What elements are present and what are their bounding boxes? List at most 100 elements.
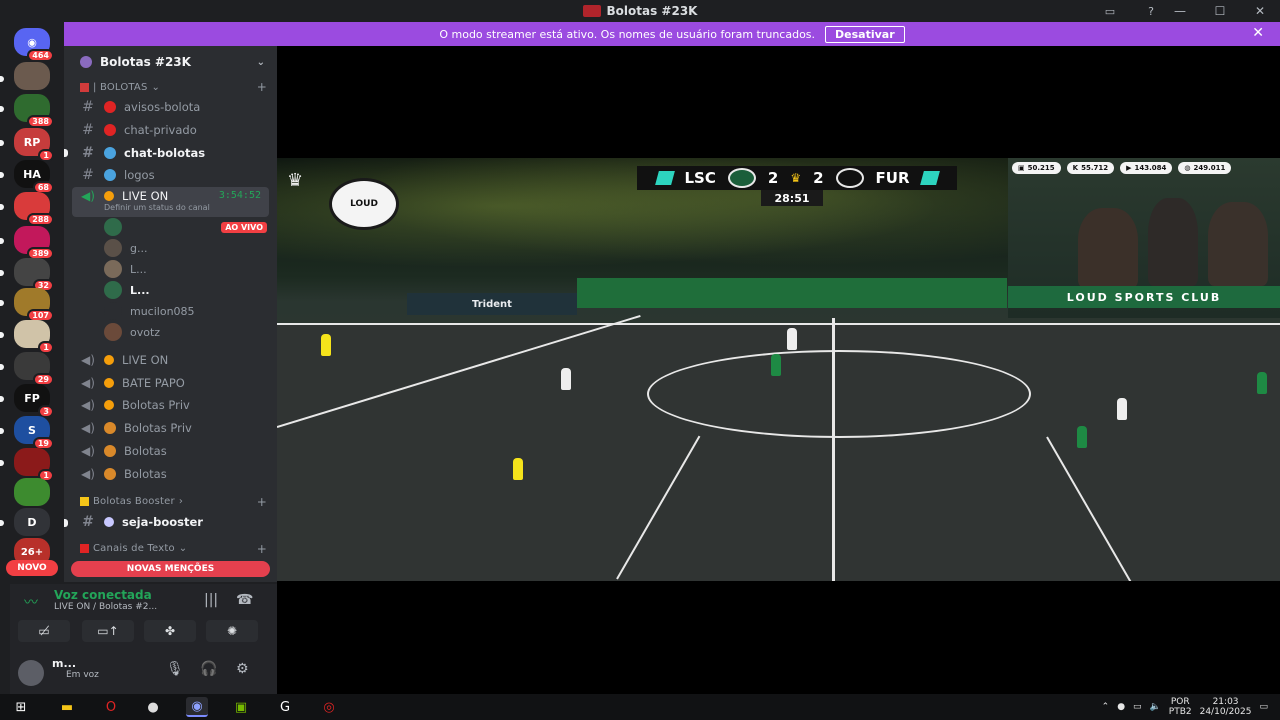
voice-channel-bolotas[interactable]: ◀) Bolotas [64, 440, 277, 463]
chevron-right-icon: › [178, 496, 184, 508]
voice-channel-bolotas-priv-2[interactable]: ◀) Bolotas Priv [64, 417, 277, 440]
inbox-icon[interactable]: ▭ [1102, 3, 1118, 19]
voice-channel-live-on[interactable]: ◀) LIVE ON [64, 349, 277, 372]
voice-member[interactable]: mucilon085 [64, 301, 277, 322]
stream-video[interactable]: Trident ♛ LOUD LSC 2 ♛ 2 FUR 28:51 ▣ 50.… [277, 158, 1280, 581]
user-avatar[interactable] [18, 660, 44, 686]
server-icon[interactable]: 107 [14, 288, 54, 322]
headphones-icon[interactable]: 🎧 [200, 661, 217, 677]
network-icon[interactable]: ▭ [1133, 702, 1142, 712]
server-icon[interactable]: FP 3 [14, 384, 54, 418]
server-icon[interactable]: 29 [14, 352, 54, 386]
voice-channel-live-on-active[interactable]: ◀) LIVE ON Definir um status do canal 3:… [72, 186, 269, 217]
language-indicator[interactable]: POR PTB2 [1169, 697, 1192, 717]
streamer-person [1148, 198, 1198, 286]
server-icon[interactable]: S 19 [14, 416, 54, 450]
close-icon[interactable]: ✕ [1252, 25, 1264, 41]
close-window-button[interactable]: ✕ [1240, 0, 1280, 22]
app-icon[interactable]: ◎ [318, 697, 340, 717]
voice-channel-bate-papo[interactable]: ◀) BATE PAPO [64, 371, 277, 394]
server-icon-d[interactable]: D [14, 508, 50, 536]
taskbar-clock[interactable]: 21:03 24/10/2025 [1200, 697, 1252, 717]
category-bolotas[interactable]: | BOLOTAS ⌄ + [64, 78, 277, 96]
start-button[interactable]: ⊞ [10, 697, 32, 717]
share-screen-button[interactable]: ▭↑ [82, 620, 134, 642]
live-badge: AO VIVO [221, 221, 267, 233]
play-icon [104, 355, 114, 366]
app-icon[interactable]: ● [142, 697, 164, 717]
voice-channel-bolotas-2[interactable]: ◀) Bolotas [64, 462, 277, 485]
court-line [277, 323, 1280, 325]
guild-initial: D [27, 515, 37, 529]
voice-member[interactable]: AO VIVO [64, 217, 277, 238]
volume-icon[interactable]: 🔈 [1150, 702, 1161, 712]
channel-chat-bolotas[interactable]: # chat-bolotas [64, 141, 277, 164]
user-name[interactable]: m... [52, 657, 76, 670]
opera-icon[interactable]: O [100, 697, 122, 717]
server-icon[interactable]: 288 [14, 192, 54, 226]
stream-stage[interactable]: Trident ♛ LOUD LSC 2 ♛ 2 FUR 28:51 ▣ 50.… [277, 46, 1280, 694]
soundboard-button[interactable]: ✺ [206, 620, 258, 642]
channel-logos[interactable]: # logos [64, 164, 277, 187]
hash-icon: # [82, 122, 94, 139]
disable-streamer-button[interactable]: Desativar [825, 25, 905, 43]
channel-status-hint[interactable]: Definir um status do canal [104, 203, 210, 212]
voice-member[interactable]: L... [64, 259, 277, 280]
add-channel-icon[interactable]: + [257, 80, 267, 94]
server-icon[interactable] [14, 62, 50, 90]
category-canais-de-texto[interactable]: Canais de Texto ⌄ + [64, 540, 277, 558]
badge: 464 [27, 49, 54, 62]
server-icon[interactable] [14, 478, 50, 506]
server-icon[interactable]: 32 [14, 258, 54, 292]
flag-icon [919, 171, 940, 185]
new-mentions-button[interactable]: NOVAS MENÇÕES [71, 561, 270, 577]
add-channel-icon[interactable]: + [257, 495, 267, 509]
server-icon[interactable]: HA 68 [14, 160, 54, 194]
gear-icon[interactable]: ⚙ [236, 661, 249, 677]
channel-seja-booster[interactable]: # seja-booster [64, 511, 277, 534]
activities-button[interactable]: ✤ [144, 620, 196, 642]
server-icon[interactable]: 1 [14, 320, 54, 354]
tray-app-icon[interactable]: ● [1117, 702, 1125, 712]
kick-viewers: K 55.712 [1066, 162, 1115, 174]
notifications-icon[interactable]: ▭ [1259, 702, 1268, 712]
minimize-button[interactable]: — [1160, 0, 1200, 22]
play-icon [104, 377, 114, 388]
camera-off-button[interactable]: ▭̸ [18, 620, 70, 642]
nvidia-icon[interactable]: ▣ [230, 697, 252, 717]
voice-member[interactable]: g... [64, 238, 277, 259]
hash-icon: # [82, 99, 94, 116]
server-header[interactable]: Bolotas #23K ⌄ [64, 46, 277, 78]
voice-channel-bolotas-priv[interactable]: ◀) Bolotas Priv [64, 394, 277, 417]
channel-avisos-bolota[interactable]: # avisos-bolota [64, 96, 277, 119]
voice-status[interactable]: Voz conectada [54, 588, 152, 602]
twitch-icon: ▣ [1018, 164, 1025, 172]
new-badge[interactable]: NOVO [6, 560, 58, 576]
noise-suppression-icon[interactable]: ||| [204, 592, 218, 608]
voice-member[interactable]: ovotz [64, 322, 277, 343]
server-icon[interactable]: 1 [14, 448, 54, 482]
speaker-icon: ◀) [81, 353, 95, 368]
microphone-icon[interactable]: 🎙 [166, 661, 184, 677]
stat-value: 249.011 [1193, 164, 1226, 172]
add-channel-icon[interactable]: + [257, 542, 267, 556]
disconnect-icon[interactable]: ☎ [236, 592, 253, 608]
help-icon[interactable]: ? [1143, 3, 1159, 19]
file-explorer-icon[interactable]: ▬ [56, 697, 78, 717]
clock-date: 24/10/2025 [1199, 707, 1252, 717]
loud-sports-club-bar: LOUD SPORTS CLUB [1008, 286, 1280, 308]
server-icon[interactable]: RP 1 [14, 128, 54, 162]
home-button[interactable]: ◉ 464 [14, 28, 54, 62]
voice-channel-path[interactable]: LIVE ON / Bolotas #2... [54, 602, 157, 612]
discord-icon[interactable]: ◉ [186, 697, 208, 717]
channel-chat-privado[interactable]: # chat-privado [64, 119, 277, 142]
app-icon[interactable]: G [274, 697, 296, 717]
clock-time: 21:03 [1212, 697, 1239, 707]
maximize-button[interactable]: ☐ [1200, 0, 1240, 22]
server-icon[interactable]: 389 [14, 226, 54, 260]
server-icon[interactable]: 388 [14, 94, 54, 128]
category-bolotas-booster[interactable]: Bolotas Booster › + [64, 493, 277, 511]
chevron-up-icon[interactable]: ⌃ [1102, 702, 1110, 712]
voice-member[interactable]: L... [64, 280, 277, 301]
channel-label: Bolotas [124, 466, 167, 481]
